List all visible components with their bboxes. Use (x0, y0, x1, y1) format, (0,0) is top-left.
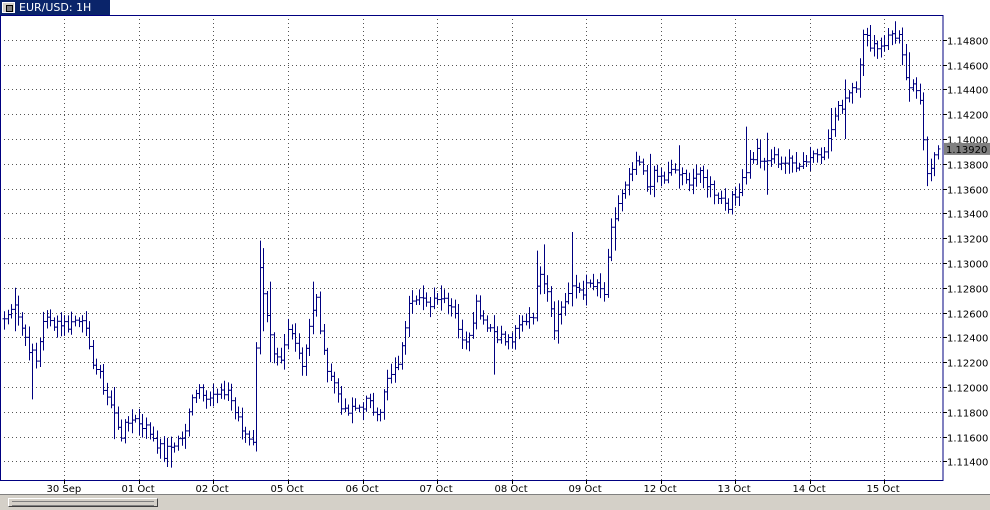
price-tick-label: 1.12200 (947, 359, 988, 370)
price-tick-label: 1.12600 (947, 310, 988, 321)
price-tick-label: 1.14400 (947, 86, 988, 97)
time-tick-label: 09 Oct (569, 484, 602, 494)
time-tick-label: 02 Oct (196, 484, 229, 494)
time-tick-label: 07 Oct (420, 484, 453, 494)
price-tick-label: 1.14800 (947, 37, 988, 48)
time-axis[interactable]: 30 Sep 01 Oct 02 Oct 05 Oct 06 Oct 07 Oct 08 O… (47, 480, 900, 494)
time-tick-label: 12 Oct (644, 484, 677, 494)
price-tick-label: 1.11600 (947, 434, 988, 445)
horizontal-scrollbar[interactable] (0, 494, 990, 510)
scrollbar-thumb[interactable] (8, 498, 158, 507)
plot-frame (0, 15, 944, 481)
price-tick-label: 1.13200 (947, 235, 988, 246)
price-tick-label: 1.11400 (947, 458, 988, 469)
price-tick-label: 1.12800 (947, 285, 988, 296)
price-axis[interactable]: 1.148001.146001.144001.142001.140001.138… (943, 37, 988, 469)
time-tick-label: 06 Oct (346, 484, 379, 494)
price-tick-label: 1.13800 (947, 161, 988, 172)
time-tick-label: 30 Sep (47, 484, 82, 494)
price-tick-label: 1.14600 (947, 62, 988, 73)
grid-layer (0, 15, 943, 480)
time-tick-label: 08 Oct (495, 484, 528, 494)
price-tick-label: 1.14200 (947, 111, 988, 122)
frame-layer (0, 15, 944, 481)
price-tick-label: 1.13400 (947, 210, 988, 221)
current-price-marker: 1.13920 (944, 142, 990, 156)
time-tick-label: 14 Oct (793, 484, 826, 494)
current-price-label: 1.13920 (946, 145, 987, 156)
time-tick-label: 01 Oct (122, 484, 155, 494)
price-tick-label: 1.12000 (947, 384, 988, 395)
chart-window: EUR/USD: 1H 1.14800 1.14600 1.14400 1.14200… (0, 0, 990, 510)
time-tick-label: 13 Oct (718, 484, 751, 494)
time-tick-label: 15 Oct (867, 484, 900, 494)
price-chart[interactable]: 1.148001.146001.144001.142001.140001.138… (0, 0, 990, 494)
price-tick-label: 1.13600 (947, 186, 988, 197)
price-tick-label: 1.13000 (947, 260, 988, 271)
price-tick-label: 1.12400 (947, 334, 988, 345)
price-tick-label: 1.11800 (947, 409, 988, 420)
time-tick-label: 05 Oct (271, 484, 304, 494)
bars-layer (2, 21, 941, 468)
